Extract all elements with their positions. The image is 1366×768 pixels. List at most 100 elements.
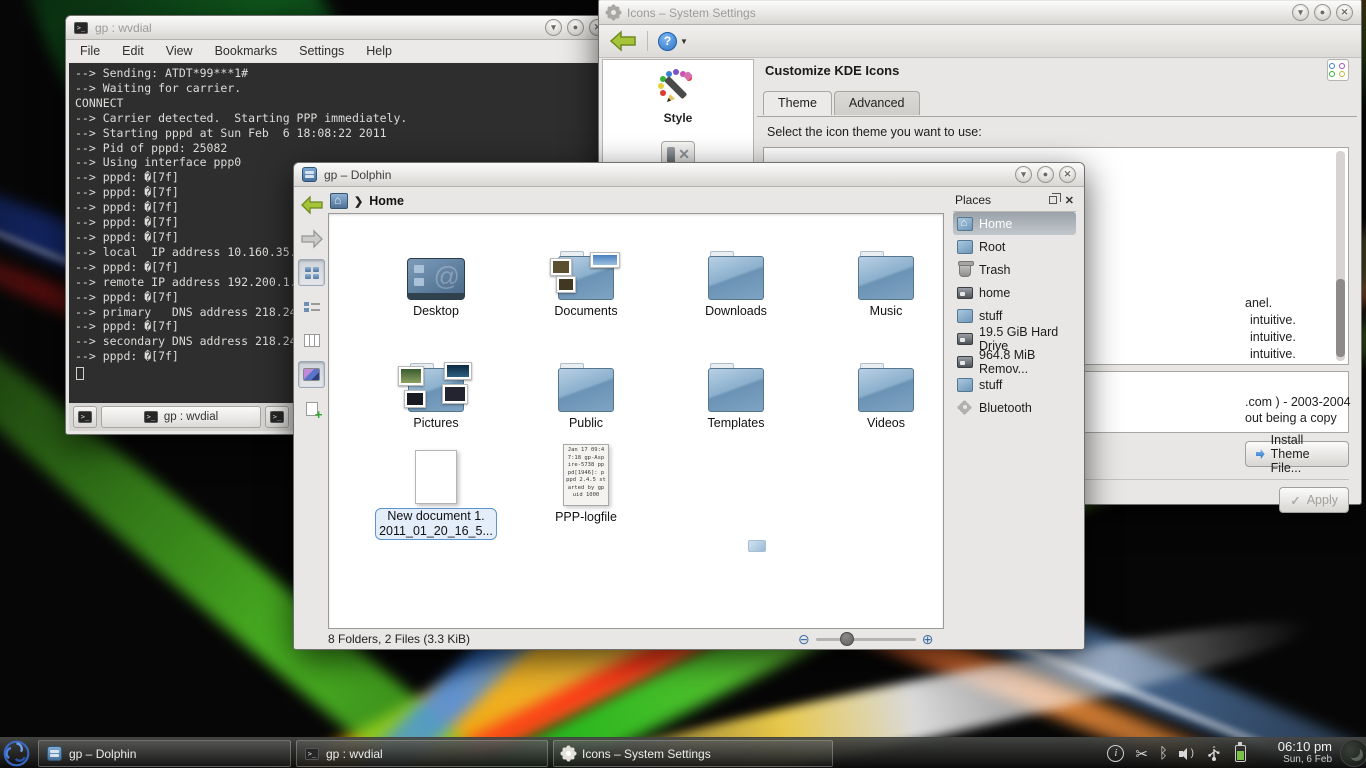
- folder-label: Music: [821, 304, 951, 319]
- menu-view[interactable]: View: [166, 44, 193, 58]
- task-label: gp – Dolphin: [69, 747, 136, 761]
- dolphin-titlebar[interactable]: gp – Dolphin ▾ ● ✕: [294, 163, 1084, 187]
- terminal-icon: >_: [74, 22, 88, 34]
- close-tab-button[interactable]: >_: [265, 406, 289, 428]
- system-tray: i ✂ ᛒ ): [1107, 738, 1246, 768]
- folder-label: Public: [521, 416, 651, 431]
- folder-item[interactable]: Downloads: [671, 238, 801, 319]
- folder-item[interactable]: Public: [521, 350, 651, 431]
- back-button[interactable]: [298, 191, 325, 218]
- zoom-in-icon[interactable]: ⊕: [922, 632, 934, 646]
- minimize-button[interactable]: ▾: [1292, 4, 1309, 21]
- clipboard-scissors-icon[interactable]: ✂: [1135, 745, 1148, 763]
- help-button[interactable]: ? ▼: [658, 32, 688, 51]
- folder-item[interactable]: Documents: [521, 238, 651, 319]
- system-settings-titlebar[interactable]: Icons – System Settings ▾ ● ✕: [599, 1, 1361, 25]
- theme-list-fragment: intuitive.: [1250, 347, 1296, 361]
- breadcrumb: ❯ Home: [330, 191, 404, 211]
- menu-file[interactable]: File: [80, 44, 100, 58]
- close-panel-icon[interactable]: ✕: [1065, 194, 1074, 207]
- clock[interactable]: 06:10 pm Sun, 6 Feb: [1250, 739, 1332, 766]
- konsole-tab[interactable]: >_ gp : wvdial: [101, 406, 261, 428]
- bluetooth-icon[interactable]: ᛒ: [1159, 745, 1168, 762]
- columns-view-icon: [304, 334, 320, 347]
- back-button[interactable]: [609, 30, 637, 52]
- scrollbar-thumb[interactable]: [1336, 279, 1345, 357]
- place-bluetooth[interactable]: Bluetooth: [953, 396, 1076, 419]
- folder-item[interactable]: Videos: [821, 350, 951, 431]
- dot: [1339, 71, 1345, 77]
- folder-icon: [957, 378, 973, 392]
- split-view-button[interactable]: [298, 395, 325, 422]
- scrollbar[interactable]: [1336, 151, 1345, 361]
- folder-label: Documents: [521, 304, 651, 319]
- menu-help[interactable]: Help: [366, 44, 392, 58]
- zoom-slider-handle[interactable]: [840, 632, 854, 646]
- install-icon: [1256, 449, 1265, 459]
- preview-toggle-button[interactable]: [298, 361, 325, 388]
- maximize-button[interactable]: ●: [567, 19, 584, 36]
- place-trash[interactable]: Trash: [953, 258, 1076, 281]
- app-launcher-button[interactable]: [2, 739, 31, 768]
- columns-view-button[interactable]: [298, 327, 325, 354]
- panel-toolbox-icon[interactable]: [1338, 738, 1366, 768]
- float-panel-icon[interactable]: [1049, 196, 1057, 204]
- forward-button[interactable]: [298, 225, 325, 252]
- notifications-icon[interactable]: i: [1107, 745, 1124, 762]
- minimize-button[interactable]: ▾: [545, 19, 562, 36]
- close-button[interactable]: ✕: [1059, 166, 1076, 183]
- battery-icon[interactable]: [1235, 745, 1246, 762]
- zoom-out-icon[interactable]: ⊖: [798, 632, 810, 646]
- place-home-partition[interactable]: home: [953, 281, 1076, 304]
- icons-view-button[interactable]: [298, 259, 325, 286]
- system-settings-window-title: Icons – System Settings: [627, 6, 756, 20]
- overview-icon[interactable]: [1327, 59, 1349, 81]
- folder-item[interactable]: Music: [821, 238, 951, 319]
- new-tab-button[interactable]: >_: [73, 406, 97, 428]
- details-view-button[interactable]: [298, 293, 325, 320]
- zoom-slider[interactable]: [816, 638, 916, 641]
- minimize-button[interactable]: ▾: [1015, 166, 1032, 183]
- folder-view[interactable]: Desktop Documents Downloads: [328, 213, 944, 629]
- tab-theme[interactable]: Theme: [763, 91, 832, 115]
- place-removable-drive[interactable]: 964.8 MiB Remov...: [953, 350, 1076, 373]
- maximize-button[interactable]: ●: [1037, 166, 1054, 183]
- terminal-icon: >_: [270, 411, 284, 423]
- style-icon[interactable]: [655, 68, 701, 108]
- sidebar-item-style[interactable]: Style: [664, 111, 693, 125]
- places-header: Places ✕: [953, 191, 1076, 212]
- task-dolphin[interactable]: gp – Dolphin: [38, 740, 291, 767]
- close-button[interactable]: ✕: [1336, 4, 1353, 21]
- file-item-selected[interactable]: New document 1. 2011_01_20_16_5...: [371, 442, 501, 540]
- file-label: PPP-logfile: [521, 510, 651, 525]
- breadcrumb-location[interactable]: Home: [369, 194, 404, 208]
- menu-edit[interactable]: Edit: [122, 44, 144, 58]
- home-folder-icon[interactable]: [330, 193, 348, 209]
- tab-advanced[interactable]: Advanced: [834, 91, 920, 115]
- place-label: 964.8 MiB Remov...: [979, 348, 1072, 376]
- select-theme-prompt: Select the icon theme you want to use:: [767, 125, 982, 139]
- menu-bookmarks[interactable]: Bookmarks: [215, 44, 278, 58]
- theme-list-fragment: intuitive.: [1250, 313, 1296, 327]
- folder-item[interactable]: Templates: [671, 350, 801, 431]
- logfile-preview-text: Jan 17 09:4 7:18 gp-Asp ire-5738 pp pd[1…: [564, 445, 608, 502]
- menu-settings[interactable]: Settings: [299, 44, 344, 58]
- maximize-button[interactable]: ●: [1314, 4, 1331, 21]
- task-konsole[interactable]: >_ gp : wvdial: [296, 740, 548, 767]
- apply-button[interactable]: ✓ Apply: [1279, 487, 1349, 513]
- place-root[interactable]: Root: [953, 235, 1076, 258]
- folder-item[interactable]: Desktop: [371, 238, 501, 319]
- place-label: home: [979, 286, 1010, 300]
- install-theme-button[interactable]: Install Theme File...: [1245, 441, 1349, 467]
- volume-icon[interactable]: ): [1179, 748, 1193, 760]
- place-stuff-2[interactable]: stuff: [953, 373, 1076, 396]
- file-item[interactable]: Jan 17 09:4 7:18 gp-Asp ire-5738 pp pd[1…: [521, 436, 651, 525]
- task-system-settings[interactable]: Icons – System Settings: [553, 740, 833, 767]
- usb-device-icon[interactable]: [1204, 746, 1224, 762]
- gear-icon: [607, 6, 620, 19]
- folder-label: Downloads: [671, 304, 801, 319]
- place-home[interactable]: Home: [953, 212, 1076, 235]
- konsole-titlebar[interactable]: >_ gp : wvdial ▾ ● ✕: [66, 16, 614, 40]
- folder-icon: [957, 240, 973, 254]
- folder-item[interactable]: Pictures: [371, 350, 501, 431]
